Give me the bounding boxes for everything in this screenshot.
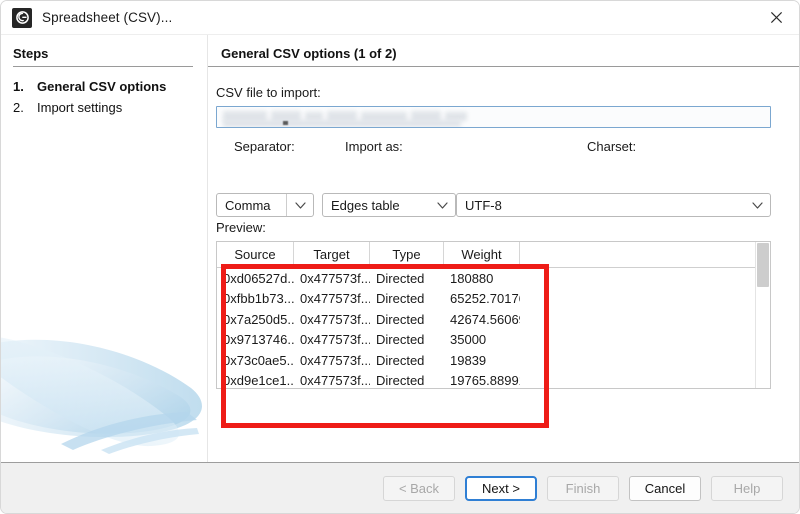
step-number: 2. [13, 100, 24, 115]
charset-value: UTF-8 [465, 197, 502, 213]
preview-table-container: Source Target Type Weight 0xd06527d... 0… [216, 241, 771, 389]
chevron-down-icon [744, 201, 770, 209]
page-title: General CSV options (1 of 2) [221, 46, 397, 61]
step-label: Import settings [37, 100, 123, 115]
cell-weight: 19839 [450, 352, 487, 368]
step-item-general-csv-options: 1. General CSV options [13, 77, 199, 97]
cell-source: 0xd9e1ce1... [223, 373, 294, 389]
column-header-weight[interactable]: Weight [444, 242, 520, 267]
csv-import-wizard-window: Spreadsheet (CSV)... Steps 1. General CS… [0, 0, 800, 514]
table-row[interactable]: 0x9713746... 0x477573f... Directed 35000 [217, 330, 770, 351]
table-row[interactable]: 0x73c0ae5... 0x477573f... Directed 19839 [217, 350, 770, 371]
cell-target: 0x477573f... [300, 311, 370, 327]
chevron-down-icon [429, 201, 455, 209]
charset-label: Charset: [587, 139, 637, 154]
cell-source: 0x7a250d5... [223, 311, 294, 327]
cell-weight: 42674.56069 [450, 311, 520, 327]
separator-value: Comma [225, 197, 271, 213]
csv-file-input[interactable] [216, 106, 771, 128]
cell-target: 0x477573f... [300, 291, 370, 307]
step-number: 1. [13, 79, 24, 94]
cell-target: 0x477573f... [300, 352, 370, 368]
cell-type: Directed [376, 270, 425, 286]
table-row[interactable]: 0xfbb1b73... 0x477573f... Directed 65252… [217, 289, 770, 310]
title-bar: Spreadsheet (CSV)... [1, 1, 799, 35]
cell-type: Directed [376, 373, 425, 389]
table-row[interactable]: 0x7a250d5... 0x477573f... Directed 42674… [217, 309, 770, 330]
cell-weight: 180880 [450, 270, 494, 286]
cell-type: Directed [376, 332, 425, 348]
preview-table-header: Source Target Type Weight [217, 242, 770, 268]
steps-heading: Steps [13, 46, 49, 61]
window-title: Spreadsheet (CSV)... [42, 10, 173, 25]
separator-label: Separator: [234, 139, 295, 154]
column-header-filler [520, 242, 770, 267]
page-title-divider [208, 66, 799, 67]
main-pane: General CSV options (1 of 2) CSV file to… [208, 35, 799, 462]
step-label: General CSV options [37, 79, 167, 94]
cell-target: 0x477573f... [300, 373, 370, 389]
cell-weight: 65252.70176 [450, 291, 520, 307]
preview-label: Preview: [216, 220, 266, 235]
cell-target: 0x477573f... [300, 270, 370, 286]
cell-type: Directed [376, 291, 425, 307]
close-icon[interactable] [753, 1, 799, 33]
preview-vertical-scrollbar[interactable] [755, 242, 770, 388]
csv-file-label: CSV file to import: [216, 85, 321, 100]
cell-type: Directed [376, 311, 425, 327]
chevron-down-icon [286, 194, 313, 216]
cell-weight: 35000 [450, 332, 487, 348]
column-header-source[interactable]: Source [217, 242, 294, 267]
preview-table-body: 0xd06527d... 0x477573f... Directed 18088… [217, 268, 770, 389]
separator-select[interactable]: Comma [216, 193, 314, 217]
cell-source: 0xfbb1b73... [223, 291, 294, 307]
table-row[interactable]: 0xd9e1ce1... 0x477573f... Directed 19765… [217, 371, 770, 389]
wizard-content: Steps 1. General CSV options 2. Import s… [1, 35, 799, 462]
help-button[interactable]: Help [711, 476, 783, 501]
finish-button[interactable]: Finish [547, 476, 619, 501]
steps-divider [13, 66, 193, 67]
cell-source: 0x9713746... [223, 332, 294, 348]
scrollbar-thumb[interactable] [757, 243, 769, 287]
cell-source: 0x73c0ae5... [223, 352, 294, 368]
cancel-button[interactable]: Cancel [629, 476, 701, 501]
steps-pane: Steps 1. General CSV options 2. Import s… [1, 35, 208, 462]
import-as-value: Edges table [331, 197, 400, 213]
back-button[interactable]: < Back [383, 476, 455, 501]
step-item-import-settings: 2. Import settings [13, 98, 199, 118]
decorative-swoosh-graphic [1, 337, 202, 454]
cell-type: Directed [376, 352, 425, 368]
cell-source: 0xd06527d... [223, 270, 294, 286]
cell-weight: 19765.88991 [450, 373, 520, 389]
next-button[interactable]: Next > [465, 476, 537, 501]
import-as-select[interactable]: Edges table [322, 193, 456, 217]
steps-list: 1. General CSV options 2. Import setting… [13, 77, 199, 119]
charset-select[interactable]: UTF-8 [456, 193, 771, 217]
table-row[interactable]: 0xd06527d... 0x477573f... Directed 18088… [217, 268, 770, 289]
wizard-footer: < Back Next > Finish Cancel Help [1, 462, 799, 513]
gephi-icon [12, 7, 32, 28]
column-header-type[interactable]: Type [370, 242, 444, 267]
cell-target: 0x477573f... [300, 332, 370, 348]
import-as-label: Import as: [345, 139, 403, 154]
column-header-target[interactable]: Target [294, 242, 370, 267]
